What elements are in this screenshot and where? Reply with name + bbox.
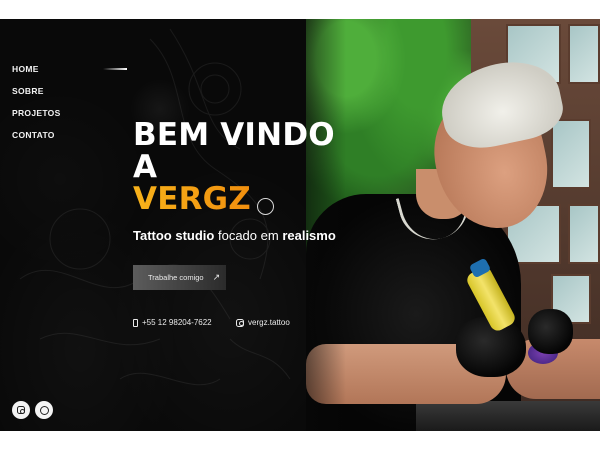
instagram-handle: vergz.tattoo	[248, 318, 290, 327]
photo-table	[416, 401, 600, 431]
hero-title-line-1: BEM VINDO	[133, 117, 335, 153]
subtitle-bold-end: realismo	[282, 228, 336, 243]
instagram-icon	[236, 318, 244, 327]
hero-title-line-2: A	[133, 149, 158, 185]
photo-glove	[528, 309, 573, 354]
nav-item-projetos[interactable]: PROJETOS	[12, 107, 61, 129]
hero-photo-tattoo-artist	[306, 19, 600, 431]
contact-phone[interactable]: +55 12 98204-7622	[133, 318, 212, 327]
subtitle-bold-start: Tattoo studio	[133, 228, 215, 243]
cta-label: Trabalhe comigo	[148, 273, 204, 282]
hero-brand-name: VERGZ	[133, 181, 251, 217]
hero-title: BEM VINDO A VERGZ	[133, 119, 335, 215]
photo-window-pane	[568, 24, 600, 84]
circle-ring-icon	[257, 198, 274, 215]
work-with-me-button[interactable]: Trabalhe comigo ↗	[133, 265, 226, 290]
nav-item-contato[interactable]: CONTATO	[12, 129, 61, 151]
nav-active-indicator	[103, 68, 127, 70]
page-frame: HOME SOBRE PROJETOS CONTATO BEM VINDO A …	[0, 19, 600, 431]
photo-window-pane	[551, 119, 591, 189]
contact-instagram[interactable]: vergz.tattoo	[236, 318, 290, 327]
photo-window-pane	[568, 204, 600, 264]
phone-number: +55 12 98204-7622	[142, 318, 212, 327]
social-instagram-button[interactable]	[12, 401, 30, 419]
nav-item-home[interactable]: HOME	[12, 63, 61, 85]
arrow-up-right-icon: ↗	[212, 272, 221, 282]
subtitle-middle: focado em	[217, 228, 279, 243]
main-nav: HOME SOBRE PROJETOS CONTATO	[12, 63, 61, 151]
social-whatsapp-button[interactable]	[35, 401, 53, 419]
nav-item-sobre[interactable]: SOBRE	[12, 85, 61, 107]
whatsapp-icon	[39, 405, 49, 415]
photo-edge-fade	[306, 19, 346, 431]
hero-subtitle: Tattoo studio focado em realismo	[133, 228, 336, 243]
instagram-icon	[17, 406, 25, 414]
phone-icon	[133, 318, 138, 327]
